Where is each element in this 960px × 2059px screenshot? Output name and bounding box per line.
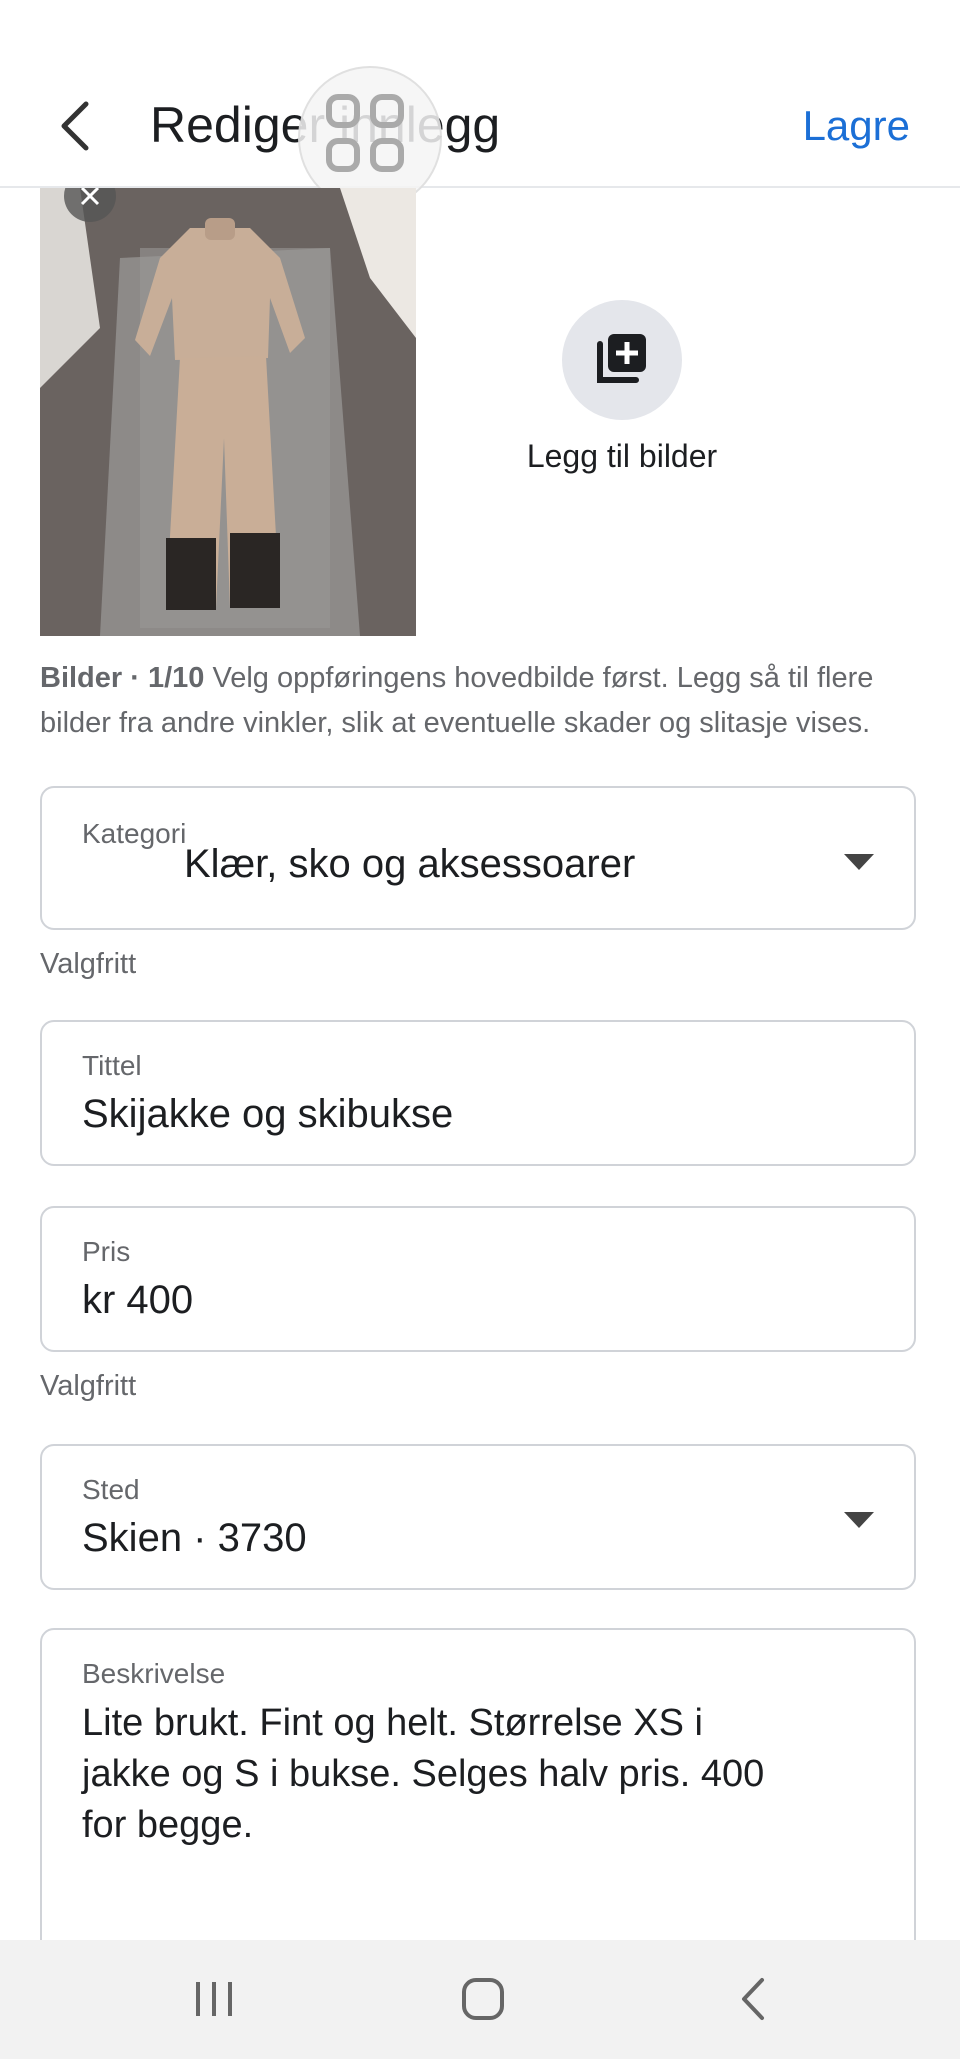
chevron-left-icon	[61, 101, 89, 151]
description-value: Lite brukt. Fint og helt. Størrelse XS i…	[82, 1702, 765, 1846]
recents-icon[interactable]	[190, 1976, 240, 2022]
price-field[interactable]: Pris kr 400	[40, 1206, 916, 1352]
ski-suit-photo	[40, 188, 416, 636]
location-value: Skien · 3730	[82, 1516, 307, 1560]
listing-photo[interactable]	[40, 188, 416, 636]
category-value: Klær, sko og aksessoarer	[184, 842, 636, 886]
price-optional-note: Valgfritt	[40, 1370, 137, 1402]
chevron-down-icon	[844, 1512, 874, 1528]
category-optional-note: Valgfritt	[40, 948, 137, 980]
chevron-down-icon	[844, 854, 874, 870]
location-label: Sted	[82, 1474, 140, 1505]
add-photos-button[interactable]: Legg til bilder	[500, 300, 744, 475]
description-label: Beskrivelse	[82, 1658, 226, 1689]
photos-helper-text: Bilder · 1/10 Velg oppføringens hovedbil…	[40, 656, 920, 746]
save-button[interactable]: Lagre	[803, 96, 910, 156]
top-bar: Rediger innlegg Lagre	[0, 0, 960, 188]
photo-count: Bilder · 1/10	[40, 662, 205, 694]
add-photos-label: Legg til bilder	[526, 438, 718, 474]
title-field[interactable]: Tittel Skijakke og skibukse	[40, 1020, 916, 1166]
add-photo-icon	[562, 300, 682, 420]
description-field[interactable]: Beskrivelse Lite brukt. Fint og helt. St…	[40, 1628, 916, 1968]
price-label: Pris	[82, 1236, 131, 1267]
back-button[interactable]	[52, 96, 102, 156]
category-label: Kategori	[82, 818, 187, 849]
title-label: Tittel	[82, 1050, 142, 1081]
location-select[interactable]: Sted Skien · 3730	[40, 1444, 916, 1590]
system-navigation-bar	[0, 1940, 960, 2059]
back-icon[interactable]	[732, 1974, 772, 2024]
price-value: kr 400	[82, 1278, 194, 1322]
title-value: Skijakke og skibukse	[82, 1092, 454, 1136]
category-select[interactable]: Kategori Klær, sko og aksessoarer	[40, 786, 916, 930]
home-icon[interactable]	[458, 1974, 508, 2024]
